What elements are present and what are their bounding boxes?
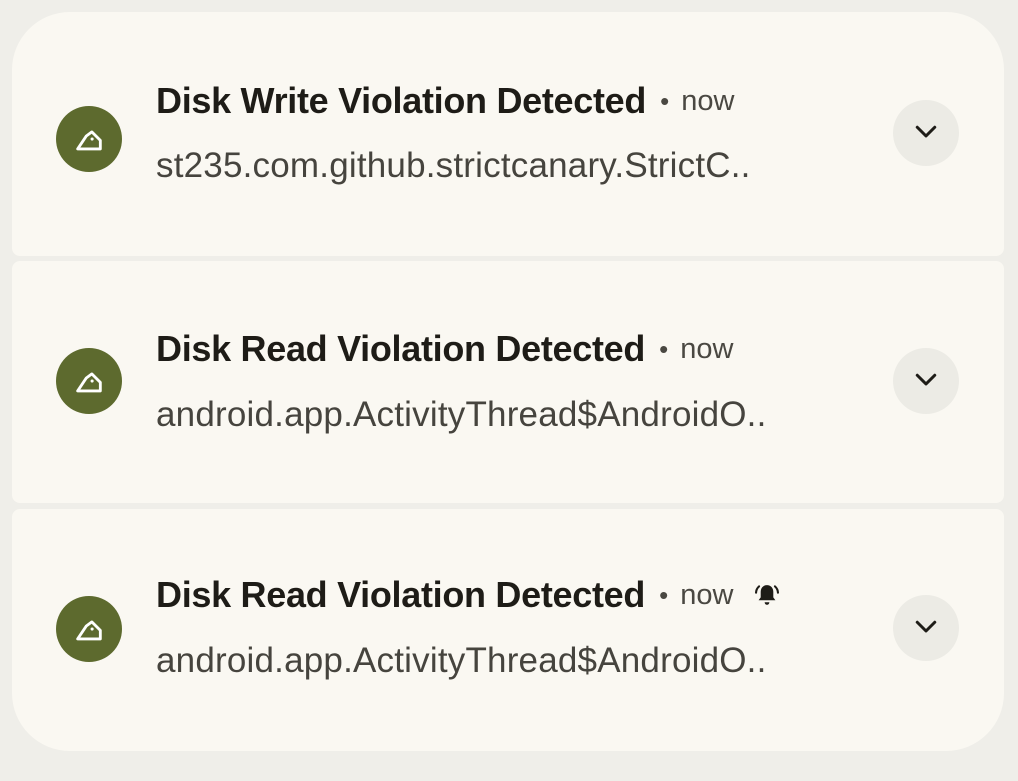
expand-button[interactable]: [893, 348, 959, 414]
separator-dot: •: [659, 579, 669, 610]
canary-bird-icon: [56, 106, 122, 172]
notification-stack: Disk Write Violation Detected • now st23…: [12, 12, 1004, 751]
chevron-down-icon: [911, 364, 941, 399]
notification-title: Disk Read Violation Detected: [156, 328, 646, 369]
notification-card[interactable]: Disk Write Violation Detected • now st23…: [12, 12, 1004, 256]
notification-card[interactable]: Disk Read Violation Detected • now andro…: [12, 261, 1004, 503]
chevron-down-icon: [911, 611, 941, 646]
notification-text: android.app.ActivityThread$AndroidO..: [156, 641, 767, 680]
notification-time: now: [680, 578, 734, 611]
notification-header: Disk Write Violation Detected • now: [156, 78, 734, 124]
notification-text: android.app.ActivityThread$AndroidO..: [156, 395, 767, 434]
bell-icon: [753, 581, 781, 609]
separator-dot: •: [659, 333, 669, 364]
notification-text: st235.com.github.strictcanary.StrictC..: [156, 146, 751, 185]
notification-card[interactable]: Disk Read Violation Detected • now andro…: [12, 509, 1004, 751]
notification-header: Disk Read Violation Detected • now: [156, 572, 781, 618]
notification-time: now: [680, 332, 734, 365]
expand-button[interactable]: [893, 100, 959, 166]
canary-bird-icon: [56, 348, 122, 414]
separator-dot: •: [660, 85, 670, 116]
notification-time: now: [681, 84, 735, 117]
canary-bird-icon: [56, 596, 122, 662]
notification-header: Disk Read Violation Detected • now: [156, 326, 733, 372]
chevron-down-icon: [911, 116, 941, 151]
notification-title: Disk Write Violation Detected: [156, 80, 647, 121]
expand-button[interactable]: [893, 595, 959, 661]
notification-title: Disk Read Violation Detected: [156, 574, 646, 615]
